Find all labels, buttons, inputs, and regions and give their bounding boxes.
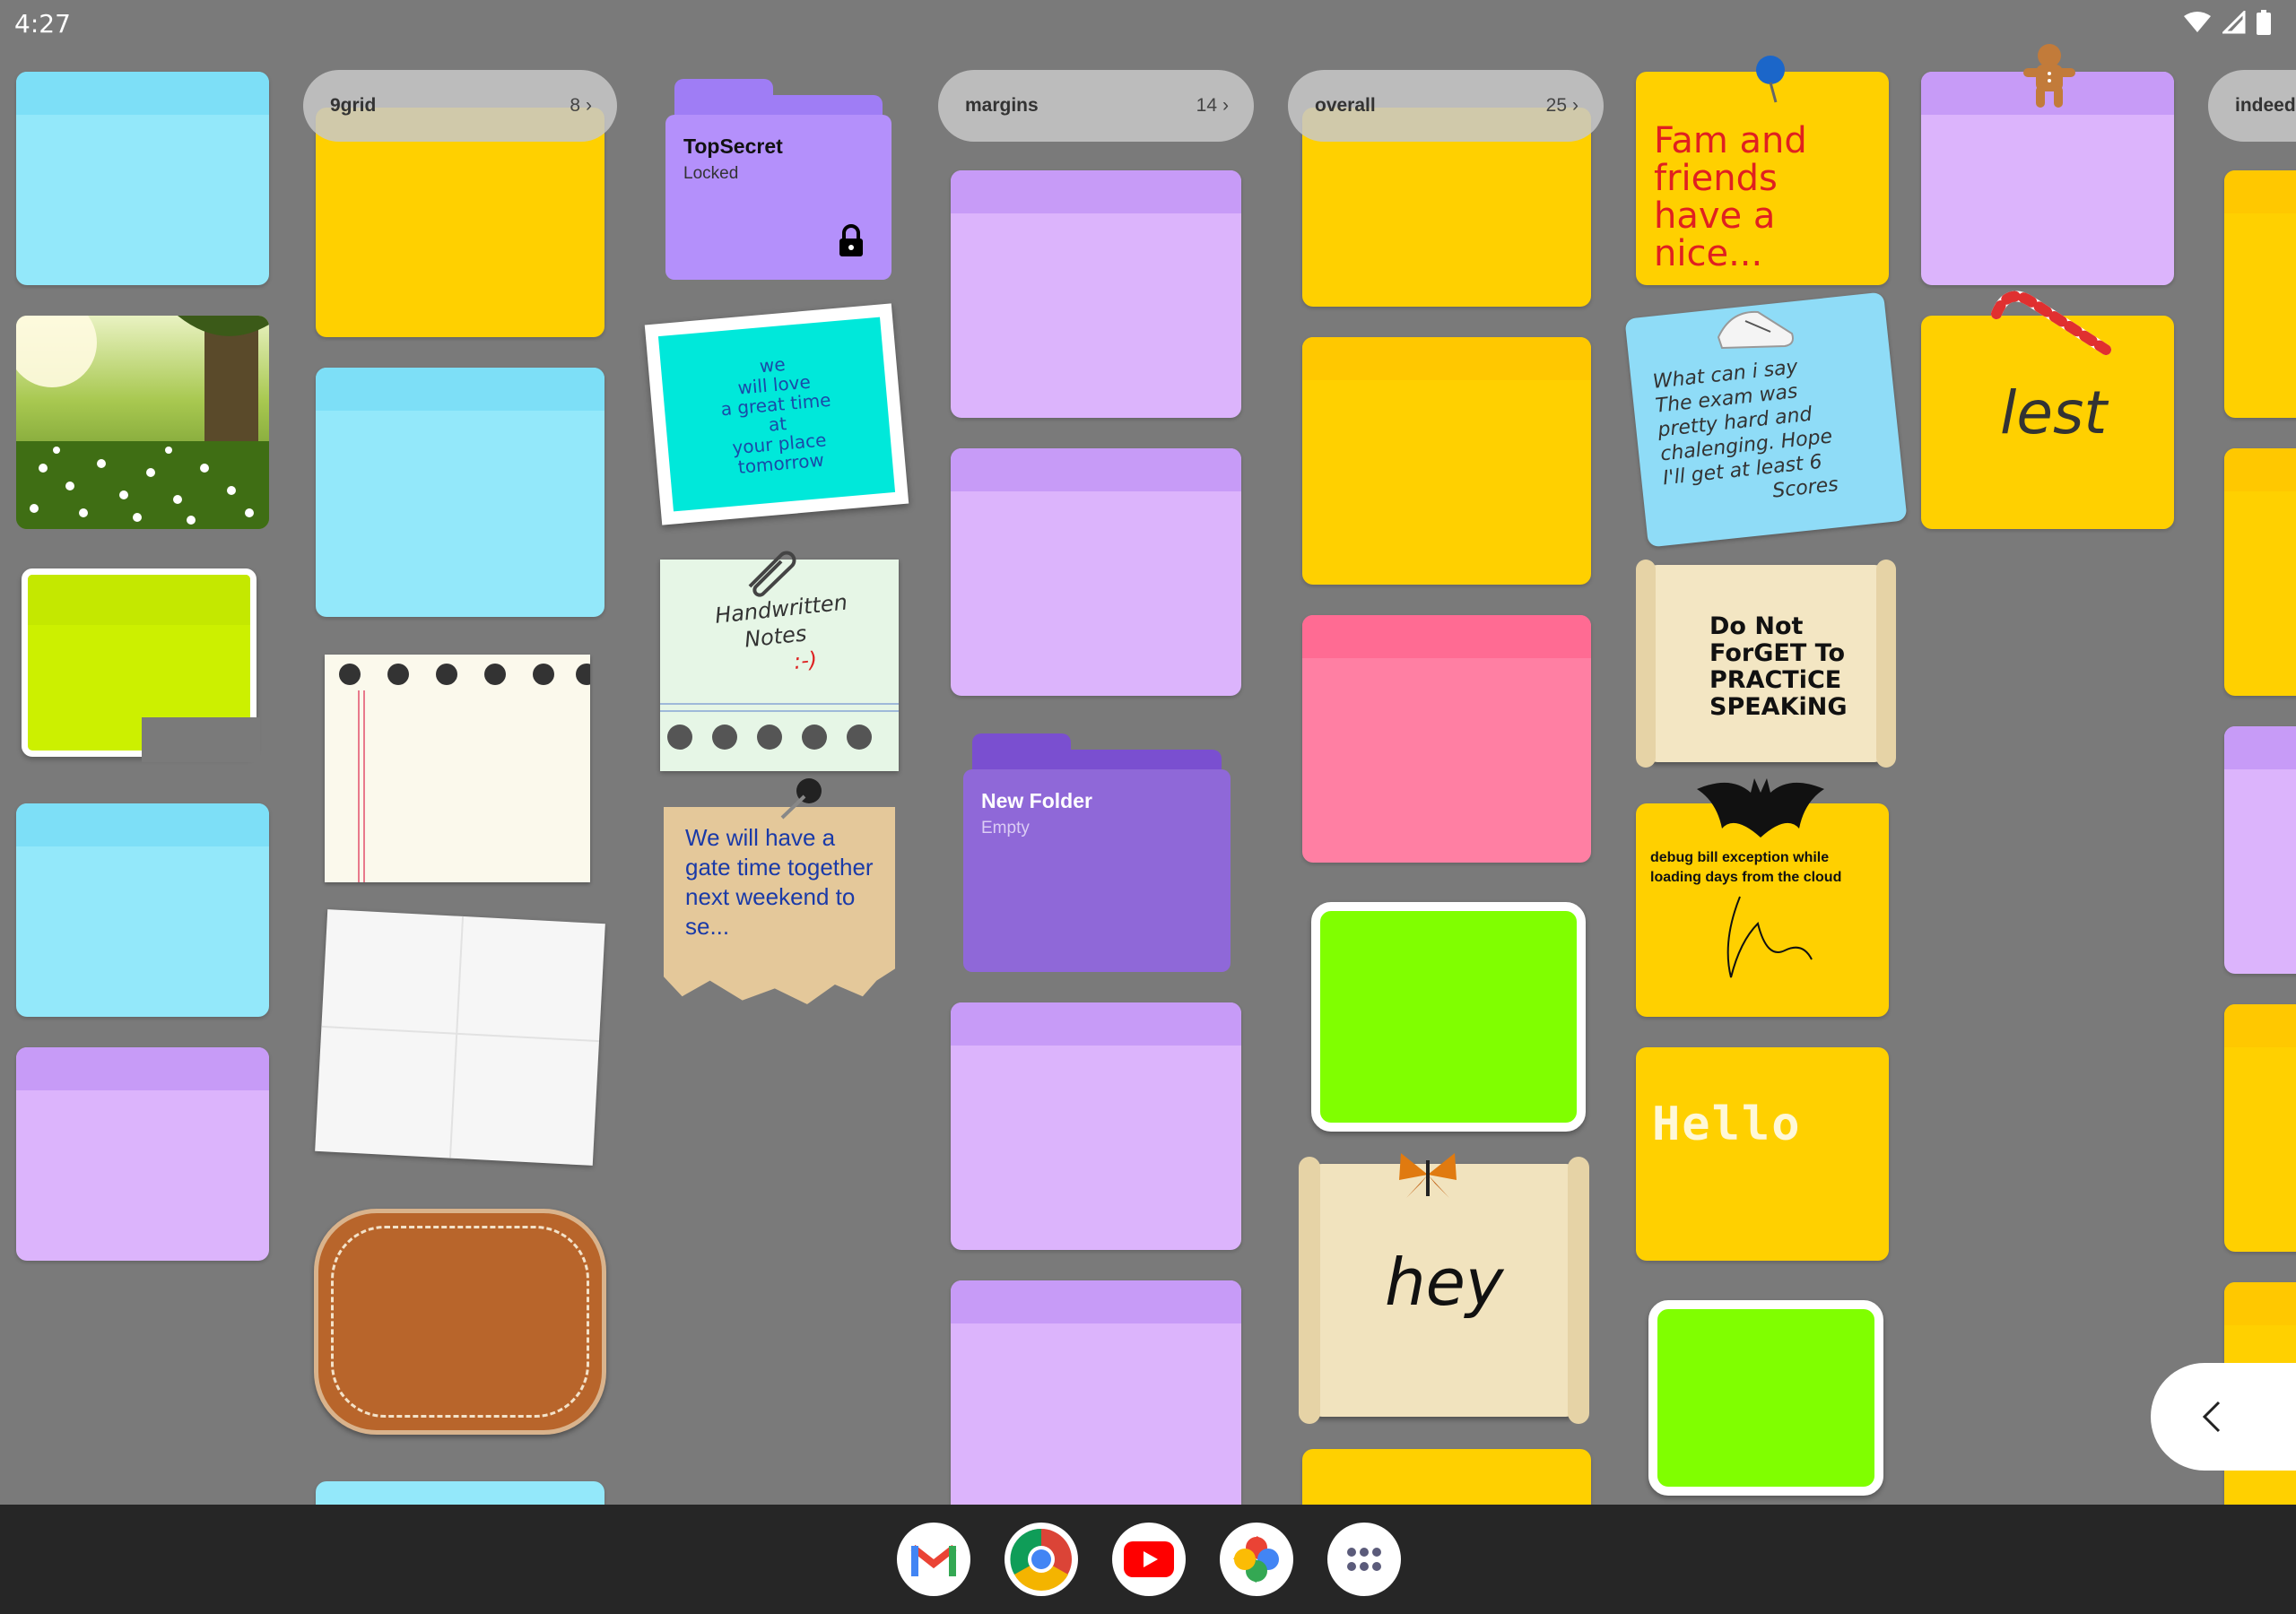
note-text-line: Fam and bbox=[1654, 120, 1807, 161]
folder-pill-label: 9grid bbox=[330, 95, 377, 116]
system-icons bbox=[2183, 9, 2271, 36]
chrome-icon[interactable] bbox=[1004, 1523, 1078, 1596]
bat-icon bbox=[1697, 778, 1824, 837]
blue-note[interactable] bbox=[316, 368, 604, 617]
folder-status: Empty bbox=[981, 819, 1030, 837]
purple-note[interactable] bbox=[2224, 726, 2296, 974]
folder-topsecret[interactable]: TopSecret Locked bbox=[665, 79, 891, 280]
gmail-icon[interactable] bbox=[897, 1523, 970, 1596]
blue-note[interactable] bbox=[16, 72, 269, 285]
battery-icon bbox=[2257, 10, 2271, 35]
photo-note[interactable] bbox=[16, 316, 269, 529]
folder-pill-indeed[interactable]: indeed bbox=[2208, 70, 2296, 142]
yellow-note[interactable] bbox=[2224, 1004, 2296, 1252]
kraft-paper-note[interactable]: We will have a gate time together next w… bbox=[664, 807, 895, 1004]
notebook-holes bbox=[339, 664, 597, 882]
purple-note[interactable] bbox=[951, 1280, 1241, 1505]
scroll-reminder-note[interactable]: Do Not ForGET To PRACTiCE SPEAKiNG bbox=[1636, 560, 1896, 768]
folder-pill-count: 8 › bbox=[570, 95, 592, 116]
note-text-line: friends bbox=[1654, 158, 1778, 199]
folder-pill-label: margins bbox=[965, 95, 1039, 116]
lime-note-cutout bbox=[142, 717, 260, 762]
folder-pill-overall[interactable]: overall 25 › bbox=[1288, 70, 1604, 142]
purple-note[interactable] bbox=[951, 170, 1241, 418]
sneaker-icon bbox=[1717, 310, 1794, 350]
purple-note[interactable] bbox=[16, 1047, 269, 1261]
folder-pill-label: overall bbox=[1315, 95, 1376, 116]
wifi-icon bbox=[2184, 12, 2211, 32]
app-drawer-icon[interactable] bbox=[1327, 1523, 1401, 1596]
note-text-line: Do Not bbox=[1709, 612, 1804, 640]
youtube-icon[interactable] bbox=[1112, 1523, 1186, 1596]
leather-note[interactable] bbox=[314, 1209, 606, 1435]
note-text-line: ForGET To bbox=[1709, 639, 1846, 667]
note-text: hey bbox=[1385, 1245, 1504, 1320]
folder-pill-9grid[interactable]: 9grid 8 › bbox=[303, 70, 617, 142]
chevron-right-icon: › bbox=[1222, 95, 1229, 116]
cell-signal-icon bbox=[2222, 11, 2246, 34]
meadow-photo bbox=[16, 316, 269, 529]
yellow-note[interactable] bbox=[316, 108, 604, 337]
chevron-right-icon: › bbox=[586, 95, 592, 116]
taskbar-dock bbox=[0, 1505, 2296, 1614]
yellow-note[interactable] bbox=[2224, 448, 2296, 696]
teal-photo-note[interactable]: we will love a great time at your place … bbox=[644, 303, 909, 525]
yellow-note[interactable] bbox=[1302, 337, 1591, 585]
pin-icon bbox=[780, 778, 822, 820]
green-note[interactable] bbox=[1648, 1300, 1883, 1496]
hello-note[interactable]: Hello bbox=[1636, 1047, 1889, 1261]
notebook-paper-note[interactable] bbox=[325, 655, 597, 882]
folder-pill-margins[interactable]: margins 14 › bbox=[938, 70, 1254, 142]
pink-note[interactable] bbox=[1302, 615, 1591, 863]
purple-note[interactable] bbox=[951, 1002, 1241, 1250]
chevron-left-icon bbox=[2202, 1401, 2221, 1433]
candy-cane-icon bbox=[1991, 291, 2111, 355]
photos-icon[interactable] bbox=[1220, 1523, 1293, 1596]
status-clock: 4:27 bbox=[14, 9, 71, 39]
blue-note[interactable] bbox=[16, 803, 269, 1017]
back-button[interactable] bbox=[2151, 1363, 2296, 1471]
note-text: lest bbox=[2000, 378, 2108, 447]
note-text: We will have a gate time together next w… bbox=[685, 824, 874, 940]
folder-pill-count: 14 › bbox=[1196, 95, 1229, 116]
note-text-line: PRACTiCE bbox=[1709, 666, 1842, 694]
green-note[interactable] bbox=[1311, 902, 1586, 1132]
folder-pill-label: indeed bbox=[2235, 95, 2296, 116]
lock-icon bbox=[839, 224, 863, 256]
status-bar: 4:27 bbox=[0, 0, 2296, 48]
folder-pill-count: 25 › bbox=[1545, 95, 1578, 116]
folder-name: New Folder bbox=[981, 789, 1092, 812]
handwritten-note[interactable]: Handwritten Notes :-) bbox=[660, 551, 899, 771]
note-text: Hello bbox=[1652, 1098, 1802, 1151]
note-text: debug bill exception while loading days … bbox=[1650, 850, 1842, 885]
folder-new-folder[interactable]: New Folder Empty bbox=[963, 733, 1231, 972]
gingerbread-icon bbox=[2023, 44, 2075, 108]
yellow-note[interactable] bbox=[2224, 170, 2296, 418]
note-text-line: at bbox=[767, 412, 788, 436]
note-text-line: SPEAKiNG bbox=[1709, 693, 1848, 721]
folder-status: Locked bbox=[683, 164, 739, 183]
chevron-right-icon: › bbox=[1572, 95, 1578, 116]
note-text-line: have a nice... bbox=[1654, 195, 1776, 274]
yellow-note[interactable] bbox=[1302, 1449, 1591, 1505]
purple-note[interactable] bbox=[951, 448, 1241, 696]
folder-name: TopSecret bbox=[683, 134, 783, 158]
folded-paper-note[interactable] bbox=[315, 909, 605, 1166]
signature bbox=[1726, 896, 1813, 978]
pushpin-icon bbox=[1756, 56, 1785, 103]
binder-holes bbox=[667, 725, 872, 750]
butterfly-icon bbox=[1399, 1153, 1457, 1198]
